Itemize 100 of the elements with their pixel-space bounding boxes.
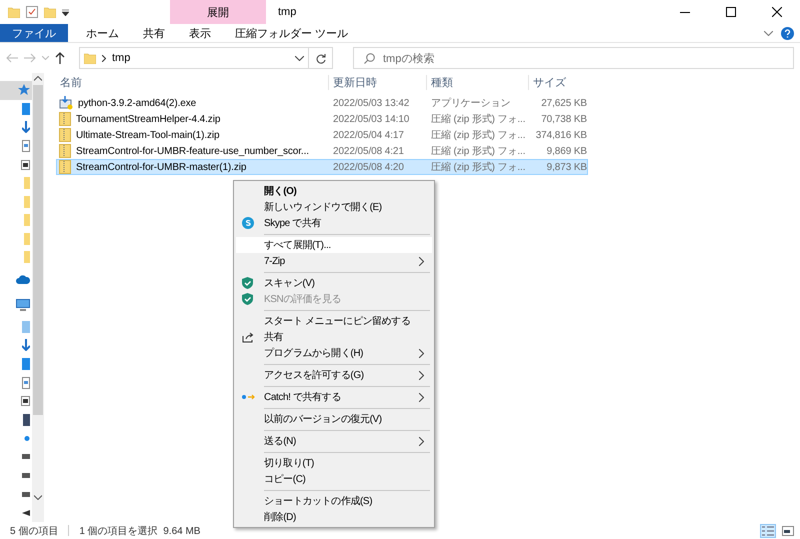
menu-item[interactable]: スタート メニューにピン留めする — [236, 313, 432, 329]
scroll-down-icon[interactable] — [34, 495, 42, 500]
installer-icon — [59, 96, 73, 110]
download-arrow-icon — [22, 339, 30, 352]
dropdown-icon[interactable] — [62, 8, 69, 16]
file-name: Ultimate-Stream-Tool-main(1).zip — [76, 130, 220, 140]
table-cell-text: 圧縮 (zip 形式) フォ... — [430, 128, 526, 142]
folder-icon — [24, 177, 30, 190]
menu-item[interactable]: アクセスを許可する(G) — [236, 367, 432, 383]
zip-folder-icon — [59, 128, 71, 142]
file-row[interactable]: TournamentStreamHelper-4.4.zip 2022/05/03 14:10 圧縮 (zip 形式) フォ... 70,738 KB — [56, 111, 588, 127]
refresh-icon — [316, 52, 326, 64]
folder-icon — [24, 232, 30, 245]
scrollbar-thumb[interactable] — [33, 85, 43, 415]
menu-item[interactable]: Skype で共有 — [236, 215, 432, 231]
menu-item[interactable]: 送る(N) — [236, 433, 432, 449]
folder-icon — [24, 251, 30, 264]
catch-arrow-icon — [242, 394, 256, 400]
menu-item[interactable]: スキャン(V) — [236, 275, 432, 291]
file-name: TournamentStreamHelper-4.4.zip — [76, 114, 220, 124]
file-row[interactable]: StreamControl-for-UMBR-feature-use_number_scor... 2022/05/08 4:21 圧縮 (zip 形式) フォ... 9,869 KB — [56, 143, 588, 159]
refresh-button[interactable] — [309, 47, 333, 69]
scrollbar[interactable] — [32, 73, 44, 522]
cube-icon — [22, 320, 30, 333]
drive-icon — [22, 473, 30, 478]
file-row[interactable]: python-3.9.2-amd64(2).exe 2022/05/03 13:42 アプリケーション 27,625 KB — [56, 95, 588, 111]
folder-icon — [24, 214, 30, 226]
properties-icon[interactable] — [26, 6, 38, 18]
menu-item[interactable]: Catch! で共有する — [236, 389, 432, 405]
window-title: tmp — [277, 5, 298, 20]
folder-icon — [84, 52, 96, 64]
contextual-tab-title: 展開 — [170, 0, 266, 24]
help-icon[interactable] — [781, 26, 794, 40]
column-header[interactable]: 名前 — [56, 74, 328, 90]
file-name: python-3.9.2-amd64(2).exe — [78, 98, 196, 108]
menu-item[interactable]: 削除(D) — [236, 509, 432, 525]
table-cell-text: 374,816 KB — [534, 130, 587, 140]
zip-folder-icon — [59, 144, 71, 158]
menu-item[interactable]: ショートカットの作成(S) — [236, 493, 432, 509]
star-icon — [18, 84, 30, 96]
zip-folder-icon — [59, 160, 71, 174]
selection-info: 1 個の項目を選択 9.64 MB — [79, 524, 200, 538]
breadcrumb-chevron-icon — [102, 54, 106, 62]
column-header[interactable]: 更新日時 — [328, 74, 426, 90]
tiles-view-button[interactable] — [780, 524, 796, 538]
cloud-icon — [16, 274, 30, 284]
file-tab[interactable]: ファイル — [0, 24, 68, 42]
table-cell-text: 2022/05/08 4:20 — [332, 162, 404, 172]
table-cell-text: 2022/05/04 4:17 — [332, 130, 404, 140]
file-row[interactable]: StreamControl-for-UMBR-master(1).zip 2022/05/08 4:20 圧縮 (zip 形式) フォ... 9,873 KB — [56, 159, 588, 175]
table-cell-text: 2022/05/03 13:42 — [332, 98, 410, 108]
ribbon-tab[interactable]: 圧縮フォルダー ツール — [223, 24, 360, 42]
drive-icon — [22, 454, 30, 460]
details-view-button[interactable] — [760, 524, 776, 538]
preview-icon — [782, 526, 794, 536]
file-name: StreamControl-for-UMBR-master(1).zip — [76, 162, 246, 172]
drive-icon — [22, 492, 30, 497]
document-icon — [22, 140, 30, 152]
menu-item[interactable]: 以前のバージョンの復元(V) — [236, 411, 432, 427]
menu-item[interactable]: 7-Zip — [236, 253, 432, 269]
ribbon-tab[interactable]: 共有 — [131, 24, 177, 42]
table-cell-text: 9,869 KB — [546, 146, 587, 156]
submenu-chevron-icon — [419, 349, 424, 358]
search-field[interactable]: tmpの検索 — [353, 47, 794, 69]
file-row[interactable]: Ultimate-Stream-Tool-main(1).zip 2022/05/04 4:17 圧縮 (zip 形式) フォ... 374,816 KB — [56, 127, 588, 143]
address-path: tmp — [112, 52, 132, 64]
download-arrow-icon — [22, 121, 30, 134]
folder-icon — [24, 196, 30, 208]
menu-item[interactable]: 新しいウィンドウで開く(E) — [236, 199, 432, 215]
table-cell-text: アプリケーション — [430, 96, 510, 110]
table-cell-text: 27,625 KB — [540, 98, 587, 108]
menu-item[interactable]: 共有 — [236, 329, 432, 345]
picture-icon — [21, 396, 30, 406]
table-cell-text: 圧縮 (zip 形式) フォ... — [430, 112, 526, 126]
menu-item[interactable]: 開く(O) — [236, 183, 432, 199]
menu-item[interactable]: すべて展開(T)... — [236, 237, 432, 253]
address-bar[interactable]: tmp — [79, 47, 309, 69]
column-header[interactable]: 種類 — [426, 74, 528, 90]
address-dropdown-icon[interactable] — [295, 56, 304, 60]
file-name: StreamControl-for-UMBR-feature-use_number_scor... — [76, 146, 309, 156]
skype-icon — [242, 217, 254, 229]
expand-ribbon-icon[interactable] — [764, 30, 773, 36]
maximize-icon — [726, 7, 736, 17]
monitor-icon — [16, 298, 30, 311]
item-count: 5 個の項目 — [10, 524, 58, 538]
document-icon — [22, 376, 30, 389]
ribbon-tab[interactable]: ホーム — [74, 24, 131, 42]
ribbon-tab[interactable]: 表示 — [177, 24, 223, 42]
list-icon — [762, 526, 774, 536]
shield-check-icon — [242, 277, 253, 289]
scroll-up-icon[interactable] — [34, 76, 42, 81]
search-placeholder: tmpの検索 — [383, 52, 434, 66]
column-header[interactable]: サイズ — [528, 74, 586, 90]
up-arrow-icon[interactable] — [55, 52, 65, 64]
table-cell-text: 2022/05/03 14:10 — [332, 114, 410, 124]
close-icon — [772, 7, 782, 17]
menu-item[interactable]: 切り取り(T) — [236, 455, 432, 471]
table-cell-text: 圧縮 (zip 形式) フォ... — [430, 144, 526, 158]
menu-item[interactable]: プログラムから開く(H) — [236, 345, 432, 361]
menu-item[interactable]: コピー(C) — [236, 471, 432, 487]
